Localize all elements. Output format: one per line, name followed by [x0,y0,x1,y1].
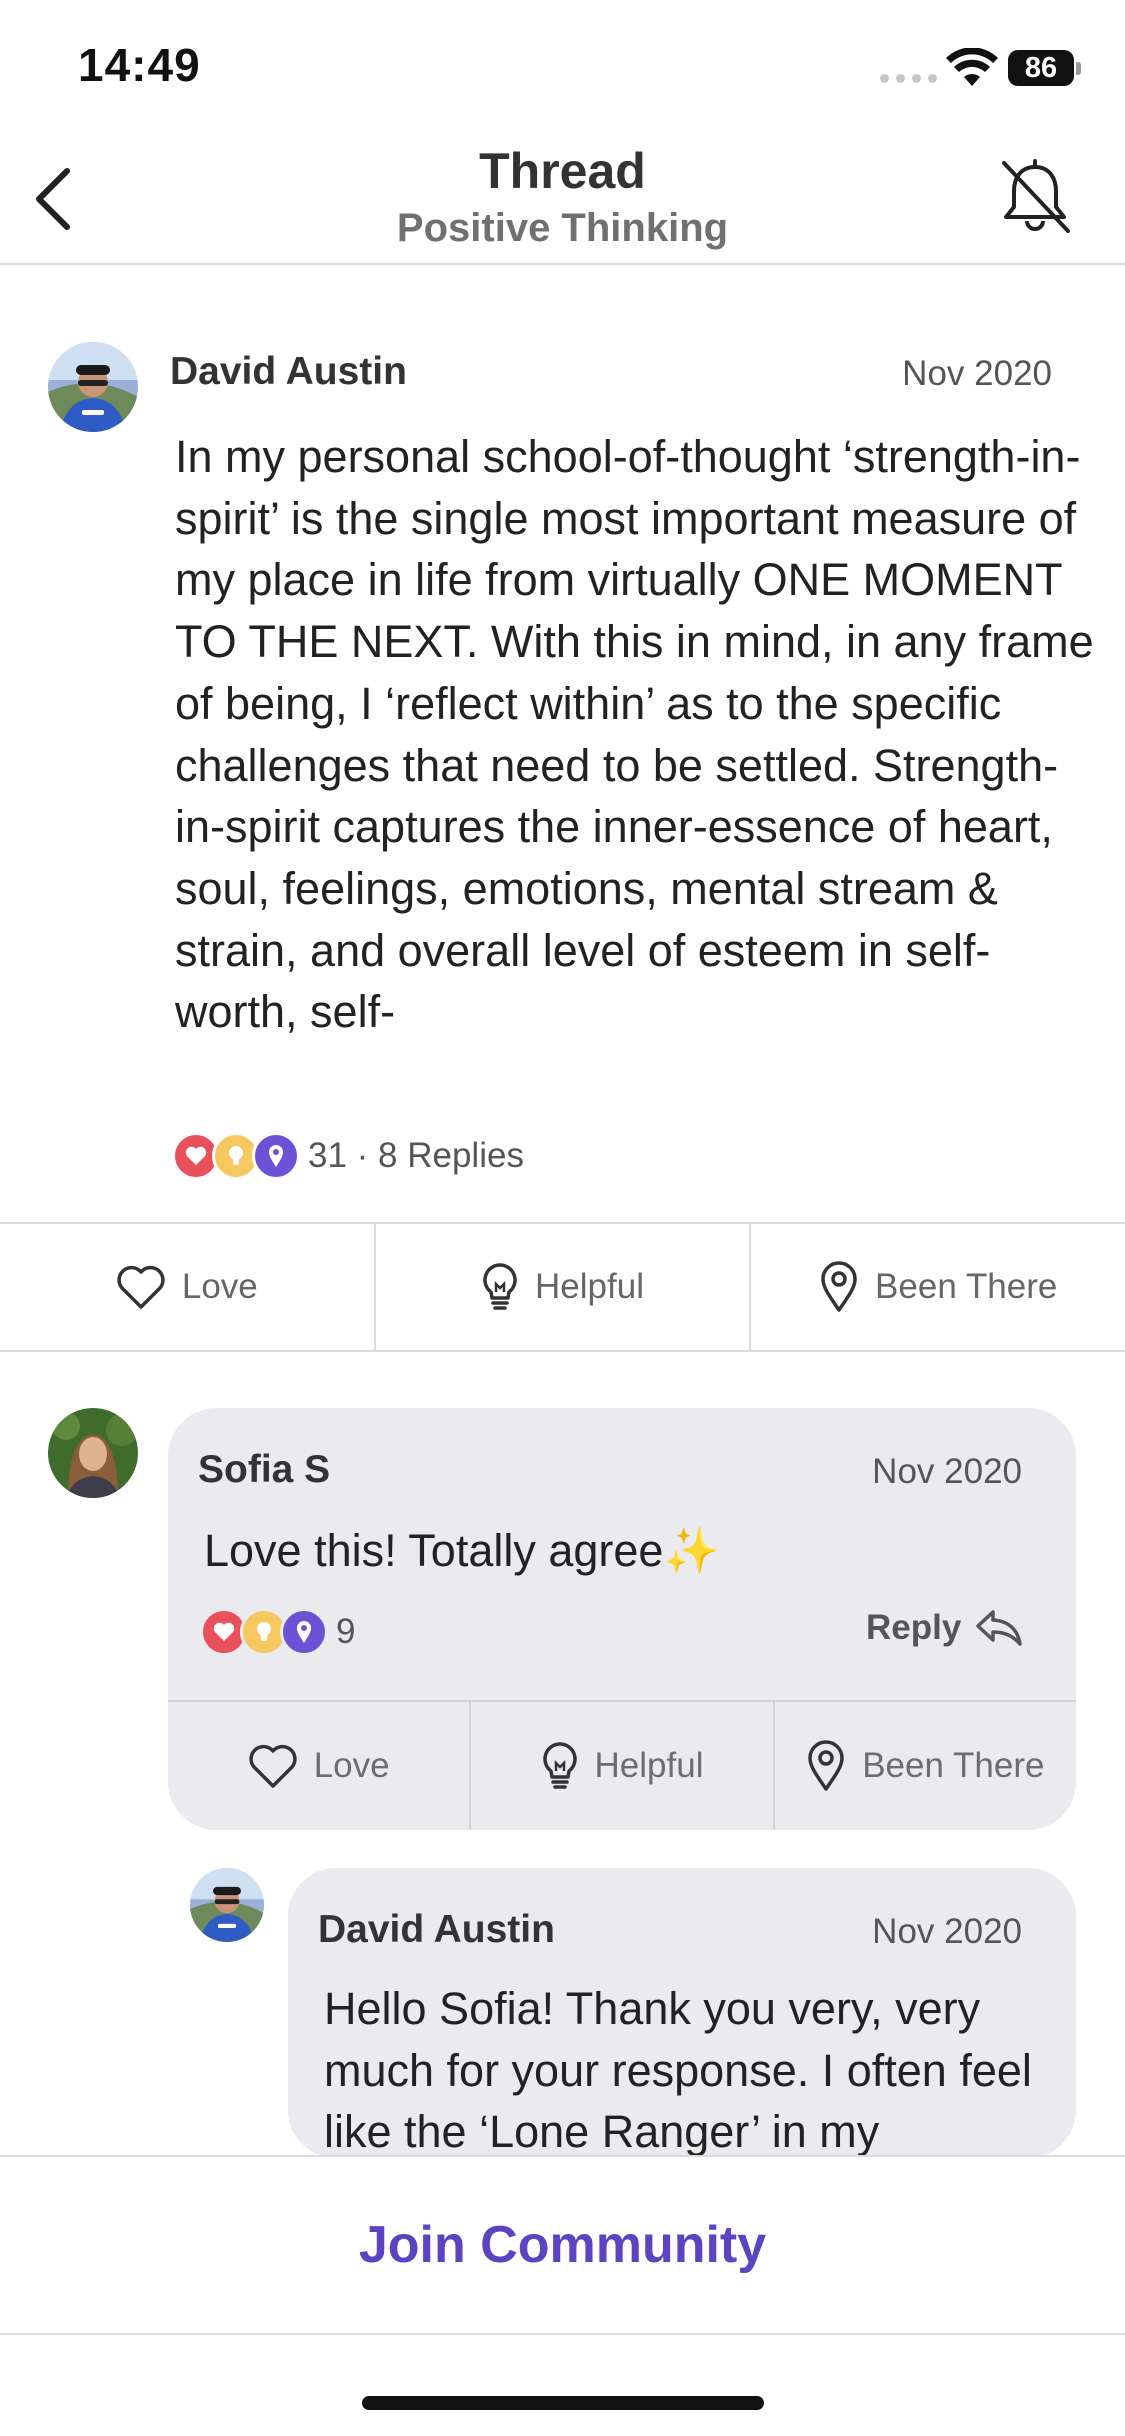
helpful-button[interactable]: Helpful [373,1224,750,1350]
map-pin-icon [252,1132,300,1180]
battery-tip [1076,62,1081,75]
reply-author[interactable]: David Austin [318,1908,555,1952]
post-author[interactable]: David Austin [170,350,407,394]
helpful-label: Helpful [535,1267,644,1306]
been-there-label: Been There [875,1267,1058,1306]
comment-bubble: Sofia S Nov 2020 Love this! Totally agre… [168,1408,1076,1830]
map-pin-icon [821,1261,857,1312]
been-there-label: Been There [862,1746,1045,1785]
helpful-button[interactable]: Helpful [469,1702,772,1830]
heart-icon [249,1744,297,1788]
love-button[interactable]: Love [168,1702,469,1830]
page-subtitle: Positive Thinking [396,206,729,250]
mute-notifications-button[interactable] [990,152,1080,242]
comment-actions: Love Helpful Been There [168,1700,1076,1830]
wifi-icon [946,48,998,86]
avatar-photo [48,1408,138,1498]
love-button[interactable]: Love [0,1224,374,1350]
post-actions: Love Helpful Been There [0,1222,1125,1352]
reaction-count-replies: 31 · 8 Replies [308,1136,524,1175]
post-date: Nov 2020 [902,354,1052,393]
been-there-button[interactable]: Been There [749,1224,1125,1350]
reaction-icons [172,1132,300,1180]
status-time: 14:49 [78,39,201,91]
page-title: Thread [479,143,646,199]
battery-indicator: 86 [1008,50,1074,86]
avatar[interactable] [48,1408,138,1498]
reply-label: Reply [866,1608,962,1647]
avatar-photo [190,1868,264,1942]
love-label: Love [181,1267,258,1306]
join-community-bar: Join Community [0,2155,1125,2335]
status-bar: 14:49 86 [0,0,1125,130]
reply-arrow-icon [976,1610,1023,1646]
cellular-signal-icon [880,74,937,83]
reply-date: Nov 2020 [872,1912,1022,1951]
join-community-button[interactable]: Join Community [359,2215,766,2275]
been-there-button[interactable]: Been There [772,1702,1076,1830]
reply-bubble: David Austin Nov 2020 Hello Sofia! Thank… [288,1868,1076,2158]
helpful-label: Helpful [594,1746,704,1785]
post-body: In my personal school-of-thought ‘streng… [175,431,1094,1038]
comment-author[interactable]: Sofia S [198,1448,330,1492]
heart-icon [117,1265,165,1309]
reply-body: Hello Sofia! Thank you very, very much f… [324,1983,1032,2158]
lightbulb-icon [483,1263,517,1310]
avatar[interactable] [190,1868,264,1942]
nav-bar: Thread Positive Thinking [0,130,1125,265]
map-pin-icon [280,1608,328,1656]
comment-body: Love this! Totally agree✨ [204,1525,720,1576]
avatar[interactable] [48,342,138,432]
home-indicator[interactable] [362,2396,764,2410]
love-label: Love [313,1746,390,1785]
bell-off-icon [1002,159,1070,233]
comment-reaction-count: 9 [336,1612,356,1651]
reply-button[interactable]: Reply [866,1608,1023,1648]
reaction-icons [200,1608,328,1656]
lightbulb-icon [542,1742,577,1789]
post-reaction-summary[interactable]: 31 · 8 Replies [172,1132,524,1180]
comment-date: Nov 2020 [872,1452,1022,1491]
map-pin-icon [808,1740,844,1791]
avatar-photo [48,342,138,432]
comment-reaction-summary[interactable]: 9 [200,1608,355,1656]
